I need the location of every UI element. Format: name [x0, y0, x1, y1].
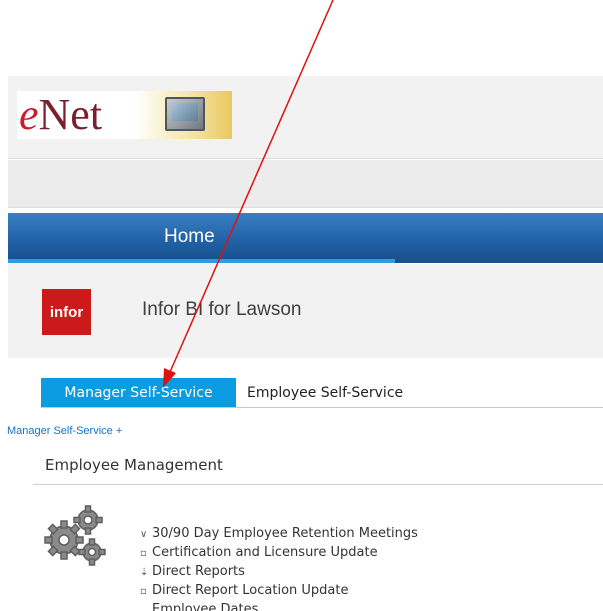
infor-title: Infor BI for Lawson [142, 299, 302, 320]
main-nav-bar [8, 213, 603, 263]
expand-chevron-icon[interactable]: ∨ [140, 529, 152, 540]
link-label: Employee Dates [152, 602, 259, 611]
gears-icon [44, 505, 106, 566]
tab-employee-self-service[interactable]: Employee Self-Service [247, 378, 403, 408]
nav-active-underline [8, 259, 395, 263]
link-employee-dates[interactable]: ˌ Employee Dates [140, 602, 258, 611]
link-direct-reports[interactable]: ⇣ Direct Reports [140, 564, 245, 579]
logo-e: e [19, 90, 39, 139]
link-certification-update[interactable]: ▫ Certification and Licensure Update [140, 545, 378, 560]
link-label: 30/90 Day Employee Retention Meetings [152, 526, 418, 541]
infor-logo: infor [42, 289, 91, 335]
section-title: Employee Management [45, 456, 223, 474]
link-label: Certification and Licensure Update [152, 545, 378, 560]
link-label: Direct Reports [152, 564, 245, 579]
enet-logo[interactable]: eNet [17, 91, 232, 139]
bullet-icon: ˌ [140, 605, 143, 611]
tab-divider [41, 407, 603, 408]
bullet-icon: ▫ [140, 586, 147, 597]
sub-header-band [8, 160, 603, 208]
section-divider [33, 484, 603, 485]
monitor-icon [165, 97, 205, 131]
tab-manager-self-service[interactable]: Manager Self-Service [41, 378, 236, 408]
link-retention-meetings[interactable]: ∨ 30/90 Day Employee Retention Meetings [140, 526, 418, 541]
nav-home-link[interactable]: Home [164, 226, 215, 248]
bullet-icon: ▫ [140, 548, 147, 559]
infor-banner [8, 264, 603, 358]
logo-net: Net [38, 90, 103, 139]
link-label: Direct Report Location Update [152, 583, 349, 598]
bullet-icon: ⇣ [140, 567, 149, 578]
link-direct-report-location[interactable]: ▫ Direct Report Location Update [140, 583, 348, 598]
breadcrumb[interactable]: Manager Self-Service + [7, 425, 122, 437]
logo-text: eNet [19, 91, 102, 139]
